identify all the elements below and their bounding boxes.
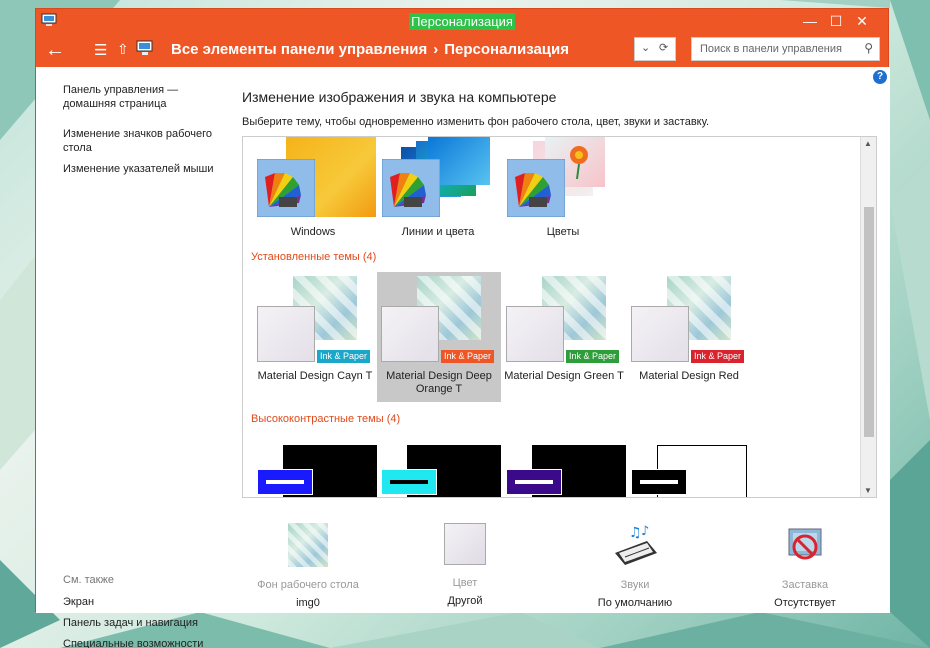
scroll-down-icon[interactable]: ▼ <box>864 486 872 495</box>
theme-high-contrast-2[interactable] <box>377 437 501 497</box>
sidebar: Панель управления — домашняя страница Из… <box>36 67 220 648</box>
help-icon[interactable]: ? <box>873 70 887 84</box>
theme-label: Material Design Deep Orange T <box>386 370 492 395</box>
theme-badge: Ink & Paper <box>691 350 745 363</box>
title-bar: Персонализация — ☐ ✕ <box>36 9 888 34</box>
sidebar-link-desktop-icons[interactable]: Изменение значков рабочего стола <box>63 127 212 155</box>
color-setting[interactable]: Цвет Другой <box>420 523 510 607</box>
color-fan-icon <box>257 159 315 217</box>
high-contrast-heading: Высококонтрастные темы (4) <box>251 413 401 425</box>
screensaver-setting[interactable]: Заставка Отсутствует <box>750 523 860 609</box>
maximize-button[interactable]: ☐ <box>822 9 850 34</box>
main-content: ? Изменение изображения и звука на компь… <box>220 67 890 613</box>
see-also-link-display[interactable]: Экран <box>63 595 94 609</box>
theme-label: Windows <box>290 226 336 238</box>
color-fan-icon <box>507 159 565 217</box>
setting-value: По умолчанию <box>597 597 673 609</box>
see-also-heading: См. также <box>63 574 114 586</box>
page-subtitle: Выберите тему, чтобы одновременно измени… <box>242 116 710 128</box>
setting-title: Звуки <box>620 579 650 591</box>
setting-title: Фон рабочего стола <box>257 579 359 591</box>
theme-material-red[interactable]: Ink & Paper Material Design Red <box>627 272 751 402</box>
theme-lines-and-colors[interactable]: Линии и цвета <box>376 137 500 242</box>
close-button[interactable]: ✕ <box>848 9 876 34</box>
flower-icon <box>570 146 588 179</box>
setting-value: Другой <box>447 595 483 607</box>
themes-list: Windows Линии и цвета Цветы Установленны… <box>242 136 877 498</box>
search-input[interactable]: Поиск в панели управления ⚲ <box>691 37 880 61</box>
theme-high-contrast-white[interactable] <box>627 437 751 497</box>
theme-badge: Ink & Paper <box>317 350 371 363</box>
theme-label: Material Design Cayn T <box>257 370 373 382</box>
wallpaper-thumbnail <box>288 523 328 567</box>
sidebar-link-mouse-pointers[interactable]: Изменение указателей мыши <box>63 162 214 176</box>
refresh-icon[interactable]: ⟳ <box>659 41 668 54</box>
svg-text:♪: ♪ <box>641 524 649 539</box>
sounds-icon: ♫ ♪ <box>615 524 657 565</box>
theme-flowers[interactable]: Цветы <box>501 137 625 242</box>
theme-material-cyan[interactable]: Ink & Paper Material Design Cayn T <box>253 272 377 402</box>
theme-badge: Ink & Paper <box>441 350 495 363</box>
setting-title: Заставка <box>781 579 829 591</box>
theme-label: Material Design Red <box>639 370 739 382</box>
theme-label: Линии и цвета <box>401 226 475 238</box>
svg-text:♫: ♫ <box>629 525 642 541</box>
control-panel-icon <box>41 13 57 26</box>
address-bar: ← ☰ ⇧ Все элементы панели управления › Пер… <box>36 34 888 67</box>
menu-icon[interactable]: ☰ <box>94 41 107 59</box>
theme-material-deep-orange[interactable]: Ink & Paper Material Design Deep Orange … <box>377 272 501 402</box>
theme-badge: Ink & Paper <box>566 350 620 363</box>
color-swatch <box>444 523 486 565</box>
sounds-setting[interactable]: ♫ ♪ Звуки По умолчанию <box>580 523 690 609</box>
address-buttons: ⌄ ⟳ <box>634 37 676 61</box>
scrollbar-thumb[interactable] <box>864 207 874 437</box>
setting-title: Цвет <box>452 577 478 589</box>
see-also-link-taskbar[interactable]: Панель задач и навигация <box>63 616 198 630</box>
see-also-link-accessibility[interactable]: Специальные возможности <box>63 637 203 648</box>
setting-value: Отсутствует <box>774 597 836 609</box>
breadcrumb-separator[interactable]: › <box>433 41 438 58</box>
setting-value: img0 <box>296 597 320 609</box>
theme-windows[interactable]: Windows <box>251 137 376 242</box>
window-title: Персонализация <box>409 13 515 30</box>
search-icon[interactable]: ⚲ <box>864 41 873 55</box>
theme-high-contrast-black[interactable] <box>502 437 626 497</box>
search-placeholder: Поиск в панели управления <box>700 43 842 55</box>
theme-label: Цветы <box>546 226 580 238</box>
screensaver-icon <box>788 528 822 560</box>
sidebar-link-home[interactable]: Панель управления — домашняя страница <box>63 83 178 111</box>
theme-material-green[interactable]: Ink & Paper Material Design Green T <box>502 272 626 402</box>
color-fan-icon <box>382 159 440 217</box>
breadcrumb: Все элементы панели управления › Персонали… <box>171 41 569 58</box>
installed-themes-heading: Установленные темы (4) <box>251 251 377 263</box>
breadcrumb-personalization[interactable]: Персонализация <box>444 41 569 58</box>
chevron-down-icon[interactable]: ⌄ <box>641 41 650 54</box>
personalization-window: Персонализация — ☐ ✕ ← ☰ ⇧ Все элементы … <box>35 8 890 648</box>
breadcrumb-all-items[interactable]: Все элементы панели управления <box>171 41 427 58</box>
up-arrow-icon[interactable]: ⇧ <box>117 41 129 58</box>
scroll-up-icon[interactable]: ▲ <box>864 139 872 148</box>
minimize-button[interactable]: — <box>796 9 824 34</box>
desktop-background-setting[interactable]: Фон рабочего стола img0 <box>248 523 368 609</box>
theme-high-contrast-1[interactable] <box>253 437 377 497</box>
themes-scrollbar[interactable]: ▲ ▼ <box>860 137 876 497</box>
back-arrow-icon[interactable]: ← <box>45 38 65 62</box>
theme-label: Material Design Green T <box>504 370 624 382</box>
page-title: Изменение изображения и звука на компьют… <box>242 89 557 105</box>
control-panel-icon <box>136 40 153 55</box>
